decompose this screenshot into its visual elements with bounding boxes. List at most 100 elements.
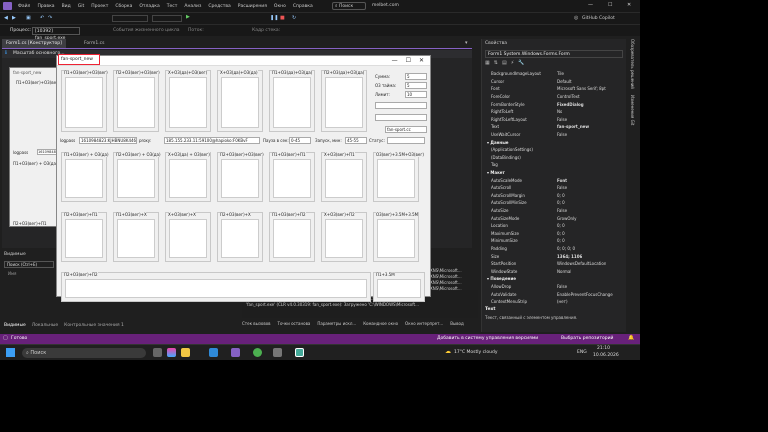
menu-item[interactable]: Git	[78, 4, 85, 9]
property-category[interactable]: ▾ Поведение	[485, 275, 623, 283]
restart-icon[interactable]: ↻	[292, 15, 296, 21]
property-row[interactable]: UseWaitCursor False	[485, 131, 623, 139]
search-box[interactable]: ⌕ Поиск	[332, 2, 366, 10]
property-row[interactable]: Tag	[485, 161, 623, 169]
property-value[interactable]: False	[557, 132, 567, 137]
redo-icon[interactable]: ↷	[48, 15, 52, 21]
property-value[interactable]: Default	[557, 79, 572, 84]
limit-input[interactable]: 10	[405, 91, 427, 98]
maximize-button[interactable]: ☐	[608, 2, 612, 8]
property-value[interactable]: GrowOnly	[557, 216, 577, 221]
task-view-icon[interactable]	[153, 348, 162, 357]
property-value[interactable]: EnablePreventFocusChange	[557, 292, 613, 297]
property-row[interactable]: RightToLeft No	[485, 108, 623, 116]
bottom-tab[interactable]: Видимые	[4, 323, 26, 331]
property-value[interactable]: Tile	[557, 71, 564, 76]
mail-icon[interactable]	[209, 348, 218, 357]
property-value[interactable]: 0; 0	[557, 231, 565, 236]
bet-list[interactable]	[325, 219, 363, 258]
taskbar-search[interactable]: ⌕ Поиск	[22, 348, 146, 358]
property-row[interactable]: AutoScroll False	[485, 184, 623, 192]
bottom-tab[interactable]: Контрольные значения 1	[64, 323, 124, 331]
output-tab[interactable]: Окно интерпрет...	[405, 321, 443, 329]
vs-logo-icon[interactable]	[3, 2, 12, 10]
continue-icon[interactable]: ▶	[186, 14, 190, 20]
property-row[interactable]: (ApplicationSettings)	[485, 146, 623, 154]
app-icon[interactable]	[295, 348, 304, 357]
property-row[interactable]: Cursor Default	[485, 78, 623, 86]
bet-list[interactable]	[117, 219, 155, 258]
property-row[interactable]: AllowDrop False	[485, 283, 623, 291]
property-value[interactable]: WindowsDefaultLocation	[557, 261, 606, 266]
pause-input[interactable]: 0-45	[289, 137, 311, 144]
menu-item[interactable]: Проект	[91, 4, 108, 9]
output-tab[interactable]: Параметры искл...	[317, 321, 356, 329]
property-row[interactable]: WindowState Normal	[485, 267, 623, 275]
back-icon[interactable]: ◀	[4, 15, 8, 21]
weather-label[interactable]: 17°C Mostly cloudy	[454, 350, 498, 355]
bottom-tab[interactable]: Локальные	[32, 323, 58, 331]
properties-object[interactable]: Form1 System.Windows.Forms.Form	[485, 50, 623, 58]
bet-list[interactable]	[65, 77, 103, 128]
bet-list[interactable]	[65, 159, 103, 198]
form-minimize-button[interactable]: —	[392, 57, 398, 64]
status-input[interactable]	[387, 137, 425, 144]
pin-icon[interactable]: ▾	[465, 40, 468, 46]
close-button[interactable]: ✕	[627, 2, 631, 8]
lifecycle-select[interactable]: События жизненного цикла	[113, 28, 180, 33]
pause-icon[interactable]: ❚❚	[270, 15, 278, 21]
output-tab[interactable]: Командное окно	[363, 321, 398, 329]
bet-list[interactable]	[169, 159, 207, 198]
property-value[interactable]: False	[557, 117, 567, 122]
explorer-icon[interactable]	[181, 348, 190, 357]
start-icon[interactable]	[6, 348, 15, 357]
property-row[interactable]: Size 1364; 1106	[485, 252, 623, 260]
bet-list[interactable]	[273, 159, 311, 198]
menu-item[interactable]: Файл	[18, 4, 30, 9]
property-category[interactable]: ▾ Макет	[485, 169, 623, 177]
property-value[interactable]: False	[557, 208, 567, 213]
property-value[interactable]: 1364; 1106	[557, 254, 582, 259]
o3-input[interactable]: 5	[405, 82, 427, 89]
property-value[interactable]: 0; 0	[557, 223, 565, 228]
property-row[interactable]: AutoScaleMode Font	[485, 176, 623, 184]
property-row[interactable]: FormBorderStyle FixedDialog	[485, 100, 623, 108]
bet-list[interactable]	[65, 279, 367, 298]
chrome-icon[interactable]	[253, 348, 262, 357]
language-indicator[interactable]: ENG	[577, 350, 587, 355]
login-input[interactable]: 1610984823:KJHBNU8K446=	[79, 137, 137, 144]
property-row[interactable]: AutoScrollMinSize 0; 0	[485, 199, 623, 207]
property-value[interactable]: 0; 0	[557, 238, 565, 243]
visual-studio-icon[interactable]	[231, 348, 240, 357]
menu-item[interactable]: Вид	[62, 4, 71, 9]
settings-icon[interactable]	[273, 348, 282, 357]
bet-list[interactable]	[221, 159, 259, 198]
menu-item[interactable]: Средства	[208, 4, 230, 9]
property-row[interactable]: BackgroundImageLayout Tile	[485, 70, 623, 78]
property-value[interactable]: ControlText	[557, 94, 580, 99]
select-repo-button[interactable]: Выбрать репозиторий	[561, 336, 613, 341]
bet-list[interactable]	[377, 159, 415, 198]
properties-icon[interactable]: ▤	[502, 60, 507, 68]
copilot-icon[interactable]: ◎	[574, 15, 578, 21]
form-close-button[interactable]: ✕	[419, 57, 424, 64]
copilot-app-icon[interactable]	[167, 348, 176, 357]
menu-item[interactable]: Анализ	[184, 4, 201, 9]
tab-designer[interactable]: Form1.cs [Конструктор]	[2, 39, 66, 48]
property-row[interactable]: Location 0; 0	[485, 222, 623, 230]
property-value[interactable]: False	[557, 284, 567, 289]
bet-list[interactable]	[65, 219, 103, 258]
menu-item[interactable]: Правка	[37, 4, 54, 9]
add-source-control-button[interactable]: Добавить в систему управления версиями	[437, 336, 538, 341]
menu-item[interactable]: Окно	[274, 4, 286, 9]
menu-item[interactable]: Тест	[167, 4, 178, 9]
property-value[interactable]: fan-sport_new	[557, 124, 589, 129]
config-select[interactable]	[112, 15, 148, 22]
property-row[interactable]: AutoValidate EnablePreventFocusChange	[485, 290, 623, 298]
proxy-input[interactable]: 185.155.233.11:59100@hapioko:F0KBvF	[164, 137, 260, 144]
property-value[interactable]: False	[557, 185, 567, 190]
output-tab[interactable]: Точки останова	[278, 321, 311, 329]
minimize-button[interactable]: —	[588, 2, 593, 8]
property-row[interactable]: AutoSize False	[485, 207, 623, 215]
bet-list[interactable]	[117, 159, 155, 198]
